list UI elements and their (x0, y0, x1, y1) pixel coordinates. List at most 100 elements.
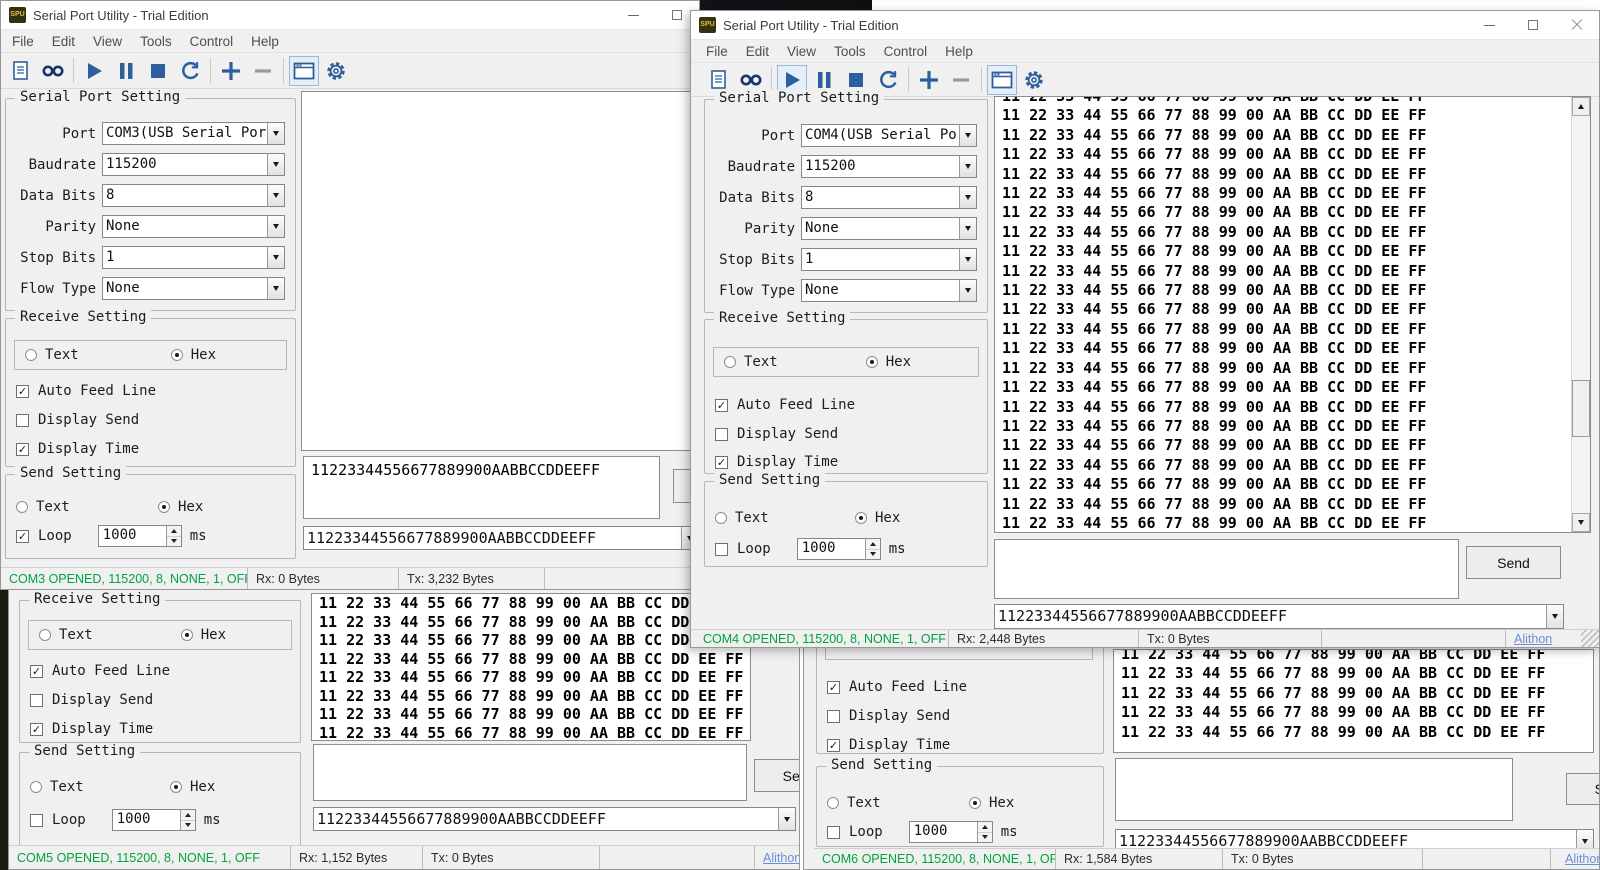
spin-down-icon[interactable] (978, 833, 992, 843)
com4-receive-display[interactable]: 11 22 33 44 55 66 77 88 99 00 AA BB CC D… (994, 96, 1591, 533)
close-button[interactable] (1555, 11, 1599, 39)
minimize-button[interactable] (611, 1, 655, 29)
com6-send-input[interactable] (1115, 758, 1513, 821)
send-hex-radio[interactable]: Hex (158, 499, 203, 515)
com4-titlebar[interactable]: SPU Serial Port Utility - Trial Edition (691, 11, 1599, 39)
send-hex-radio[interactable]: Hex (969, 795, 1014, 811)
receive-hex-radio[interactable]: Hex (181, 627, 226, 643)
receive-hex-radio[interactable]: Hex (866, 354, 911, 370)
loop-checkbox[interactable]: Loop (16, 528, 72, 544)
com4-send-button[interactable]: Send (1466, 546, 1561, 579)
send-hex-radio[interactable]: Hex (855, 510, 900, 526)
record-log-button[interactable] (38, 56, 68, 86)
loop-checkbox[interactable]: Loop (827, 824, 883, 840)
baudrate-select[interactable]: 115200 (102, 153, 285, 176)
auto-feed-line-checkbox[interactable]: Auto Feed Line (16, 383, 156, 399)
com4-send-history-combo[interactable]: 11223344556677889900AABBCCDDEEFF (994, 604, 1564, 629)
com3-titlebar[interactable]: SPU Serial Port Utility - Trial Edition (1, 1, 699, 29)
settings-button[interactable] (321, 56, 351, 86)
display-send-checkbox[interactable]: Display Send (16, 412, 139, 428)
spin-down-icon[interactable] (866, 550, 880, 560)
start-button[interactable] (79, 56, 109, 86)
menu-edit[interactable]: Edit (43, 32, 84, 51)
loop-interval-spinner[interactable]: 1000 (909, 821, 993, 843)
com3-receive-display[interactable] (301, 91, 699, 451)
minimize-button[interactable] (1467, 11, 1511, 39)
data-bits-select[interactable]: 8 (801, 186, 977, 209)
add-port-button[interactable] (914, 65, 944, 95)
panel-layout-button[interactable] (987, 65, 1017, 95)
menu-tools[interactable]: Tools (825, 42, 875, 61)
display-send-checkbox[interactable]: Display Send (30, 692, 153, 708)
send-text-radio[interactable]: Text (16, 499, 70, 515)
spin-down-icon[interactable] (167, 537, 181, 547)
com4-send-input[interactable] (994, 539, 1459, 599)
receive-scrollbar[interactable] (1571, 97, 1590, 532)
send-text-radio[interactable]: Text (827, 795, 881, 811)
new-session-button[interactable] (6, 56, 36, 86)
com5-send-button[interactable]: Send (754, 759, 800, 792)
loop-checkbox[interactable]: Loop (715, 541, 771, 557)
com6-alithon-link[interactable]: Alithon (1551, 849, 1599, 869)
maximize-button[interactable] (1511, 11, 1555, 39)
port-select[interactable]: COM4(USB Serial Port (801, 124, 977, 147)
spin-up-icon[interactable] (978, 822, 992, 833)
auto-feed-line-checkbox[interactable]: Auto Feed Line (30, 663, 170, 679)
baudrate-select[interactable]: 115200 (801, 155, 977, 178)
loop-interval-spinner[interactable]: 1000 (797, 538, 881, 560)
receive-text-radio[interactable]: Text (25, 347, 79, 363)
auto-feed-line-checkbox[interactable]: Auto Feed Line (827, 679, 967, 695)
com5-alithon-link[interactable]: Alithon (755, 846, 799, 869)
menu-help[interactable]: Help (242, 32, 288, 51)
remove-port-button[interactable] (946, 65, 976, 95)
scroll-thumb[interactable] (1572, 380, 1590, 437)
stop-bits-select[interactable]: 1 (801, 248, 977, 271)
menu-view[interactable]: View (778, 42, 825, 61)
display-time-checkbox[interactable]: Display Time (30, 721, 153, 737)
com6-send-button[interactable]: Send (1566, 773, 1600, 805)
send-text-radio[interactable]: Text (30, 779, 84, 795)
send-hex-radio[interactable]: Hex (170, 779, 215, 795)
add-port-button[interactable] (216, 56, 246, 86)
panel-layout-button[interactable] (289, 56, 319, 86)
stop-bits-select[interactable]: 1 (102, 246, 285, 269)
scroll-down-button[interactable] (1572, 513, 1590, 532)
menu-edit[interactable]: Edit (737, 42, 778, 61)
receive-hex-radio[interactable]: Hex (171, 347, 216, 363)
menu-file[interactable]: File (697, 42, 737, 61)
auto-feed-line-checkbox[interactable]: Auto Feed Line (715, 397, 855, 413)
parity-select[interactable]: None (801, 217, 977, 240)
stop-button[interactable] (143, 56, 173, 86)
display-time-checkbox[interactable]: Display Time (827, 737, 950, 753)
spin-up-icon[interactable] (181, 810, 195, 821)
loop-interval-spinner[interactable]: 1000 (112, 809, 196, 831)
loop-checkbox[interactable]: Loop (30, 812, 86, 828)
send-text-radio[interactable]: Text (715, 510, 769, 526)
receive-text-radio[interactable]: Text (39, 627, 93, 643)
com5-send-input[interactable] (313, 744, 747, 801)
settings-button[interactable] (1019, 65, 1049, 95)
com5-receive-display[interactable]: 11 22 33 44 55 66 77 88 99 00 AA BB CC D… (311, 593, 751, 741)
menu-file[interactable]: File (3, 32, 43, 51)
spin-down-icon[interactable] (181, 821, 195, 831)
spin-up-icon[interactable] (866, 539, 880, 550)
scroll-up-button[interactable] (1572, 97, 1590, 116)
display-send-checkbox[interactable]: Display Send (827, 708, 950, 724)
data-bits-select[interactable]: 8 (102, 184, 285, 207)
port-select[interactable]: COM3(USB Serial Port (102, 122, 285, 145)
com4-alithon-link[interactable]: Alithon (1506, 630, 1581, 647)
spin-up-icon[interactable] (167, 526, 181, 537)
menu-control[interactable]: Control (181, 32, 243, 51)
remove-port-button[interactable] (248, 56, 278, 86)
chevron-down-icon[interactable] (778, 808, 795, 830)
display-send-checkbox[interactable]: Display Send (715, 426, 838, 442)
menu-tools[interactable]: Tools (131, 32, 181, 51)
chevron-down-icon[interactable] (1546, 605, 1563, 628)
menu-help[interactable]: Help (936, 42, 982, 61)
display-time-checkbox[interactable]: Display Time (16, 441, 139, 457)
menu-view[interactable]: View (84, 32, 131, 51)
pause-button[interactable] (111, 56, 141, 86)
flow-type-select[interactable]: None (801, 279, 977, 302)
flow-type-select[interactable]: None (102, 277, 285, 300)
refresh-button[interactable] (175, 56, 205, 86)
